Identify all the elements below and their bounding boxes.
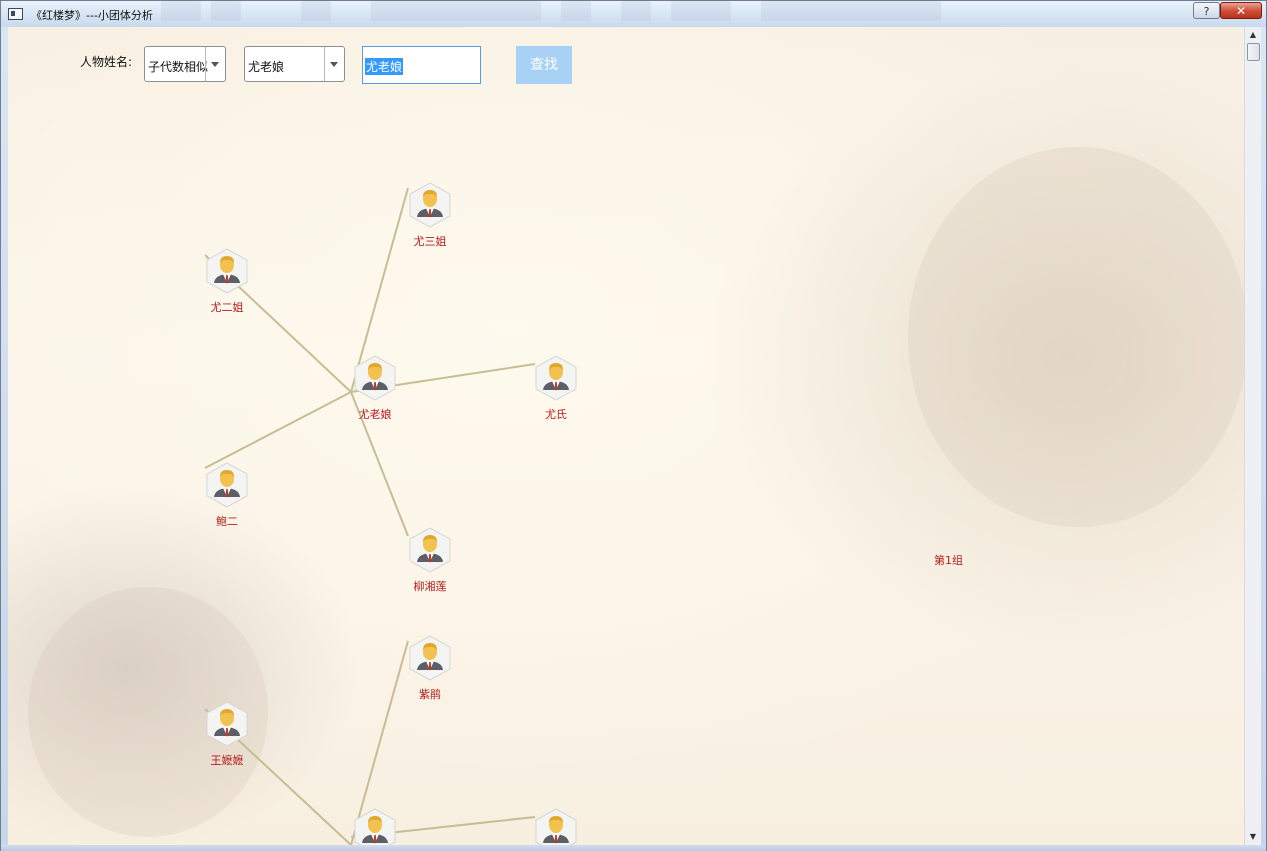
app-icon[interactable]	[8, 8, 23, 20]
scroll-thumb[interactable]	[1247, 43, 1260, 61]
app-window: 《红楼梦》---小团体分析 ? ✕ 人物姓名: 子代数相似 尤老娘 尤老娘 查找…	[0, 0, 1267, 851]
window-title: 《红楼梦》---小团体分析	[31, 9, 153, 22]
person-avatar-icon[interactable]	[406, 526, 454, 574]
person-avatar-icon[interactable]	[406, 634, 454, 682]
person-name-label: 尤氏	[545, 408, 567, 421]
person-avatar-icon[interactable]	[532, 807, 580, 845]
graph-edge	[204, 391, 352, 469]
person-name-label: 王嬷嬷	[210, 754, 244, 767]
close-button[interactable]: ✕	[1220, 2, 1262, 19]
person-avatar-icon[interactable]	[532, 354, 580, 402]
person-avatar-icon[interactable]	[203, 247, 251, 295]
person-name-label: 柳湘莲	[413, 580, 447, 593]
title-bar: 《红楼梦》---小团体分析 ? ✕	[1, 1, 1266, 27]
person-avatar-icon[interactable]	[406, 181, 454, 229]
scroll-up-arrow-icon[interactable]: ▲	[1245, 27, 1261, 43]
person-name-label: 尤二姐	[210, 301, 244, 314]
person-avatar-icon[interactable]	[351, 354, 399, 402]
help-button[interactable]: ?	[1193, 2, 1220, 19]
vertical-scrollbar[interactable]: ▲ ▼	[1244, 27, 1261, 845]
graph-edges	[204, 187, 536, 845]
person-name-label: 紫鹃	[419, 688, 441, 701]
group-label: 第1组	[934, 554, 963, 567]
person-avatar-icon[interactable]	[203, 461, 251, 509]
window-bottom-edge	[1, 845, 1266, 851]
person-name-label: 鲍二	[216, 515, 238, 528]
person-name-label: 尤三姐	[413, 235, 447, 248]
person-name-label: 尤老娘	[358, 408, 392, 421]
graph-canvas: 人物姓名: 子代数相似 尤老娘 尤老娘 查找 尤三姐 尤二姐 尤老娘 尤氏 鲍二 柳湘莲紫…	[8, 27, 1244, 845]
scroll-down-arrow-icon[interactable]: ▼	[1245, 829, 1261, 845]
person-avatar-icon[interactable]	[351, 807, 399, 845]
person-avatar-icon[interactable]	[203, 700, 251, 748]
